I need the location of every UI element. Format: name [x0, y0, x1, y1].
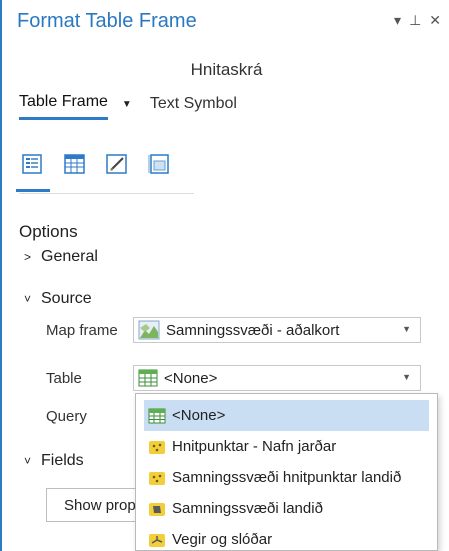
general-group-header[interactable]: > General	[24, 248, 98, 266]
source-group-header[interactable]: ˅ Source	[24, 290, 92, 308]
table-value: <None>	[164, 369, 218, 387]
chevron-down-icon[interactable]: ▼	[122, 99, 132, 110]
element-name: Hnitaskrá	[190, 60, 263, 79]
table-icon	[148, 407, 166, 425]
dropdown-item-samningssvaedi-landid[interactable]: Samningssvæði landið	[136, 493, 437, 524]
close-icon[interactable]: ✕	[429, 12, 441, 29]
map-frame-value: Samningssvæði - aðalkort	[166, 321, 340, 339]
dropdown-item-label: Hnitpunktar - Nafn jarðar	[172, 438, 337, 455]
chevron-down-icon: ˅	[24, 454, 32, 468]
dropdown-item-label: Vegir og slóðar	[172, 531, 273, 548]
polygon-layer-icon	[148, 500, 166, 518]
source-label: Source	[41, 290, 92, 307]
fields-label: Fields	[41, 452, 84, 469]
point-layer-icon	[148, 438, 166, 456]
chevron-down-icon: ▼	[402, 324, 411, 334]
tab-table-frame[interactable]: Table Frame	[19, 93, 108, 120]
pane-options-icon[interactable]: ▾	[394, 12, 401, 29]
options-icon[interactable]	[16, 150, 50, 192]
display-icon[interactable]	[103, 150, 131, 178]
chevron-down-icon: ▼	[402, 372, 411, 382]
pane-title: Format Table Frame	[17, 10, 197, 32]
auto-hide-pin-icon[interactable]: ⊥	[409, 12, 421, 29]
map-frame-label: Map frame	[46, 322, 118, 339]
query-label: Query	[46, 408, 87, 425]
dropdown-item-vegir[interactable]: Vegir og slóðar	[136, 524, 437, 550]
table-dropdown-list: <None> Hnitpunktar - Nafn jarðar Samning…	[135, 393, 438, 551]
options-heading: Options	[19, 222, 78, 241]
pane-controls: ▾ ⊥ ✕	[394, 12, 441, 29]
chevron-down-icon: ˅	[24, 292, 32, 306]
element-tabs: Table Frame ▼ Text Symbol	[19, 93, 251, 120]
table-combo[interactable]: <None> ▼	[133, 365, 421, 391]
table-label: Table	[46, 370, 82, 387]
format-table-frame-pane: Format Table Frame ▾ ⊥ ✕ Hnitaskrá Table…	[0, 0, 449, 551]
line-layer-icon	[148, 531, 166, 549]
dropdown-item-label: Samningssvæði landið	[172, 500, 323, 517]
dropdown-item-hnitpunktar[interactable]: Hnitpunktar - Nafn jarðar	[136, 431, 437, 462]
dropdown-item-none[interactable]: <None>	[144, 400, 429, 431]
general-label: General	[41, 248, 98, 265]
point-layer-icon	[148, 469, 166, 487]
tab-divider	[19, 193, 194, 194]
table-icon[interactable]	[61, 150, 89, 178]
placement-icon[interactable]	[145, 150, 173, 178]
fields-group-header[interactable]: ˅ Fields	[24, 452, 84, 470]
tab-text-symbol[interactable]: Text Symbol	[150, 95, 237, 119]
dropdown-item-label: Samningssvæði hnitpunktar landið	[172, 469, 402, 486]
dropdown-item-label: <None>	[172, 407, 226, 424]
dropdown-item-samningssvaedi-hnitpunktar[interactable]: Samningssvæði hnitpunktar landið	[136, 462, 437, 493]
map-frame-combo[interactable]: Samningssvæði - aðalkort ▼	[133, 317, 421, 343]
map-frame-icon	[138, 320, 160, 340]
property-icon-tabs	[16, 150, 173, 192]
table-icon	[138, 369, 158, 387]
chevron-right-icon: >	[24, 250, 32, 264]
